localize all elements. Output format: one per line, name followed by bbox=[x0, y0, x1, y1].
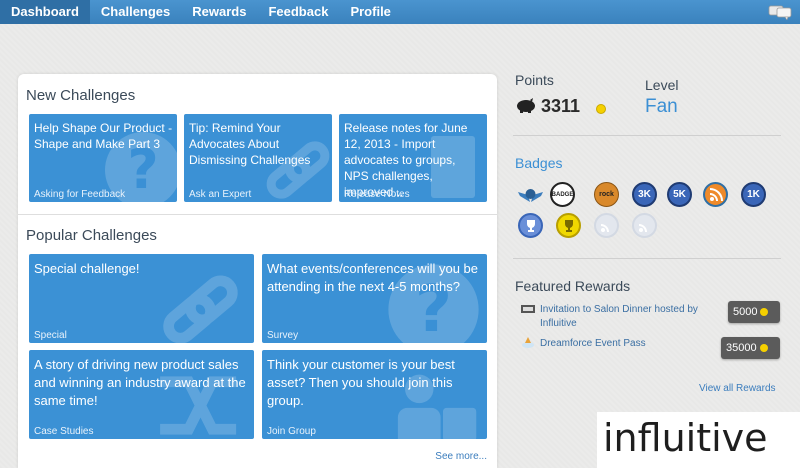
challenge-category: Release Notes bbox=[344, 189, 410, 200]
trophy-icon[interactable] bbox=[518, 213, 543, 238]
challenge-category: Asking for Feedback bbox=[34, 189, 126, 200]
coin-icon bbox=[596, 104, 606, 114]
5k-badge[interactable]: 5K bbox=[667, 182, 692, 207]
challenge-category: Case Studies bbox=[34, 426, 94, 437]
challenge-title: Tip: Remind Your Advocates About Dismiss… bbox=[189, 121, 311, 167]
trophy-gold-icon[interactable] bbox=[556, 213, 581, 238]
challenge-card[interactable]: ? Help Shape Our Product - Shape and Mak… bbox=[29, 114, 177, 202]
challenge-title: A story of driving new product sales and… bbox=[34, 357, 246, 408]
challenge-card[interactable]: A story of driving new product sales and… bbox=[29, 350, 254, 439]
points-label: Points bbox=[515, 72, 554, 88]
reward-name[interactable]: Dreamforce Event Pass bbox=[540, 337, 720, 351]
challenge-card[interactable]: Tip: Remind Your Advocates About Dismiss… bbox=[184, 114, 332, 202]
coin-icon bbox=[760, 308, 769, 316]
cloud-icon bbox=[522, 337, 534, 348]
challenge-card[interactable]: ? What events/conferences will you be at… bbox=[262, 254, 487, 343]
social-fan-icon[interactable] bbox=[703, 182, 728, 207]
coin-icon bbox=[759, 344, 768, 352]
right-divider bbox=[513, 135, 781, 136]
piggy-bank-icon bbox=[517, 98, 535, 113]
badges-title: Badges bbox=[515, 155, 563, 171]
challenge-title: Special challenge! bbox=[34, 261, 140, 276]
challenge-title: Think your customer is your best asset? … bbox=[267, 357, 455, 408]
challenge-category: Survey bbox=[267, 330, 299, 341]
section-divider bbox=[18, 214, 497, 215]
challenge-card[interactable]: Think your customer is your best asset? … bbox=[262, 350, 487, 439]
challenge-title: What events/conferences will you be atte… bbox=[267, 261, 478, 294]
level-label: Level bbox=[645, 77, 679, 93]
rss-faded-icon[interactable] bbox=[594, 213, 619, 238]
featured-rewards-title: Featured Rewards bbox=[515, 278, 631, 294]
nav-dashboard[interactable]: Dashboard bbox=[0, 0, 90, 24]
challenge-card[interactable]: Release notes for June 12, 2013 - Import… bbox=[339, 114, 487, 202]
chat-bubbles-icon[interactable] bbox=[768, 4, 792, 20]
points-value: 3311 bbox=[541, 96, 581, 116]
challenge-title: Release notes for June 12, 2013 - Import… bbox=[344, 121, 468, 199]
challenge-card[interactable]: Special challenge! Special bbox=[29, 254, 254, 343]
reward-name[interactable]: Invitation to Salon Dinner hosted by Inf… bbox=[540, 303, 720, 331]
popular-challenges-title: Popular Challenges bbox=[26, 227, 157, 244]
challenge-title: Help Shape Our Product - Shape and Make … bbox=[34, 121, 173, 151]
nav-challenges[interactable]: Challenges bbox=[90, 0, 181, 24]
challenge-category: Join Group bbox=[267, 426, 316, 437]
challenges-panel: New Challenges ? Help Shape Our Product … bbox=[18, 74, 497, 468]
3k-badge[interactable]: 3K bbox=[632, 182, 657, 207]
badge-awarded-icon[interactable]: BADGE bbox=[550, 182, 575, 207]
logo-text: influitive bbox=[603, 416, 768, 460]
right-divider bbox=[513, 258, 781, 259]
wings-icon[interactable] bbox=[518, 182, 543, 207]
nav-feedback[interactable]: Feedback bbox=[257, 0, 339, 24]
nav-rewards[interactable]: Rewards bbox=[181, 0, 257, 24]
rss-faded-icon[interactable] bbox=[632, 213, 657, 238]
nav-profile[interactable]: Profile bbox=[339, 0, 401, 24]
influitive-logo: influitive bbox=[597, 412, 800, 468]
view-all-rewards-link[interactable]: View all Rewards bbox=[699, 383, 776, 394]
challenge-category: Special bbox=[34, 330, 67, 341]
challenge-category: Ask an Expert bbox=[189, 189, 252, 200]
rock-star-icon[interactable]: rock bbox=[594, 182, 619, 207]
top-nav: Dashboard Challenges Rewards Feedback Pr… bbox=[0, 0, 800, 24]
level-value: Fan bbox=[645, 96, 678, 117]
reward-cost[interactable]: 35000 bbox=[721, 337, 780, 359]
dinner-icon bbox=[521, 305, 535, 313]
reward-cost[interactable]: 5000 bbox=[728, 301, 780, 323]
see-more-link[interactable]: See more... bbox=[435, 451, 487, 462]
1k-badge[interactable]: 1K bbox=[741, 182, 766, 207]
new-challenges-title: New Challenges bbox=[26, 87, 136, 104]
